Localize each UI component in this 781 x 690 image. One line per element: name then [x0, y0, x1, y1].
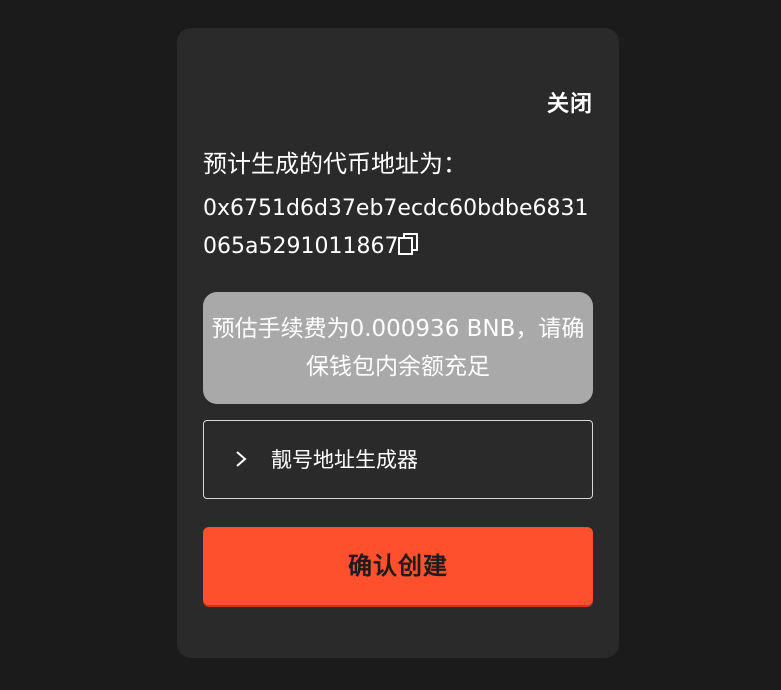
vanity-address-generator-toggle[interactable]: 靓号地址生成器	[203, 420, 593, 499]
token-address: 0x6751d6d37eb7ecdc60bdbe6831065a52910118…	[203, 196, 589, 259]
generator-label: 靓号地址生成器	[271, 448, 418, 472]
create-token-dialog: 关闭 预计生成的代币地址为： 0x6751d6d37eb7ecdc60bdbe6…	[177, 28, 619, 658]
address-block: 0x6751d6d37eb7ecdc60bdbe6831065a52910118…	[203, 190, 595, 266]
fee-notice: 预估手续费为0.000936 BNB，请确保钱包内余额充足	[203, 292, 593, 404]
copy-icon[interactable]	[398, 230, 419, 255]
close-button[interactable]: 关闭	[547, 86, 593, 118]
address-label: 预计生成的代币地址为：	[203, 150, 467, 178]
confirm-create-button[interactable]: 确认创建	[203, 527, 593, 605]
chevron-right-icon	[234, 448, 248, 470]
fee-notice-text: 预估手续费为0.000936 BNB，请确保钱包内余额充足	[211, 316, 585, 380]
